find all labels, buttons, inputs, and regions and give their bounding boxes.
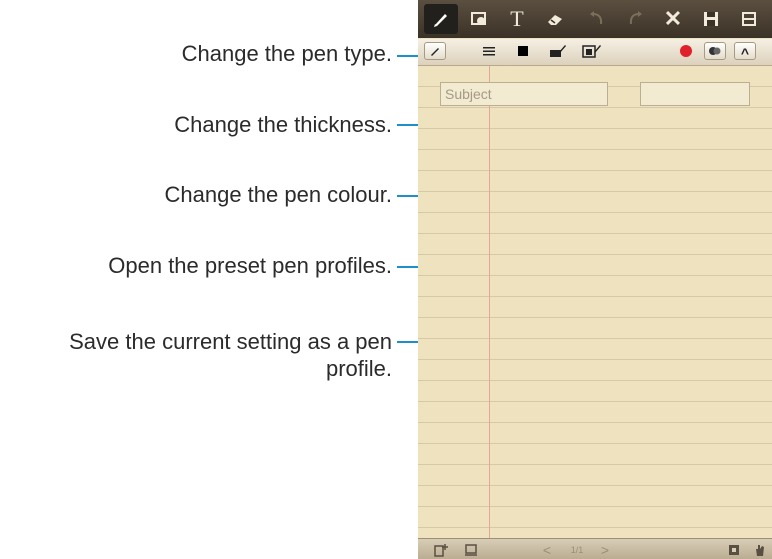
pen-settings-bar: ^ (418, 39, 772, 66)
redo-button[interactable] (618, 4, 652, 34)
memo-toolbar: T ✕ (418, 0, 772, 38)
pen-colour-button[interactable] (512, 42, 534, 60)
thickness-button[interactable] (478, 42, 500, 60)
note-paper[interactable] (418, 66, 772, 538)
callout-preset-profiles: Open the preset pen profiles. (108, 253, 392, 278)
add-page-icon (434, 543, 448, 557)
palette-icon (709, 47, 721, 55)
save-profile-button[interactable] (581, 42, 603, 60)
next-page-button[interactable]: > (598, 541, 612, 558)
redo-icon (629, 11, 642, 25)
preset-profiles-button[interactable] (547, 42, 569, 60)
more-icon (742, 12, 756, 26)
s-memo-screen: T ✕ ^ Subject < 1/1 > (418, 0, 772, 559)
record-button[interactable] (675, 42, 697, 60)
add-page-button[interactable] (432, 541, 450, 558)
subject-field[interactable]: Subject (440, 82, 608, 106)
save-button[interactable] (694, 4, 728, 34)
pen-tool-button[interactable] (424, 4, 458, 34)
margin-line (489, 66, 490, 538)
callout-save-profile: Save the current setting as a pen profil… (69, 329, 392, 381)
date-field[interactable] (640, 82, 750, 106)
eraser-tool-button[interactable] (538, 4, 572, 34)
image-icon (471, 12, 486, 25)
pen-icon (434, 14, 447, 27)
collapse-button[interactable]: ^ (734, 42, 756, 60)
text-icon: T (510, 6, 524, 31)
fullscreen-button[interactable] (726, 541, 742, 558)
thickness-icon (483, 47, 495, 56)
preset-profiles-icon (550, 45, 566, 57)
delete-icon: ✕ (663, 6, 683, 31)
palette-button[interactable] (704, 42, 726, 60)
undo-button[interactable] (580, 4, 614, 34)
fullscreen-icon (729, 544, 739, 555)
pen-colour-icon (518, 46, 528, 56)
hand-icon (756, 544, 764, 556)
text-tool-button[interactable]: T (500, 4, 534, 34)
callout-thickness: Change the thickness. (174, 112, 392, 137)
eraser-icon (548, 15, 562, 25)
page-indicator: 1/1 (570, 544, 584, 555)
more-button[interactable] (732, 4, 766, 34)
pen-type-button[interactable] (424, 42, 446, 60)
record-icon (680, 45, 692, 57)
collapse-icon: ^ (740, 44, 750, 61)
memo-bottom-bar: < 1/1 > (418, 538, 772, 559)
image-tool-button[interactable] (462, 4, 496, 34)
page-template-icon (465, 543, 477, 556)
page-template-button[interactable] (462, 541, 480, 558)
hand-tool-button[interactable] (752, 541, 768, 558)
save-icon (704, 12, 718, 26)
callout-pen-type: Change the pen type. (181, 41, 392, 66)
undo-icon (590, 11, 603, 25)
pen-type-icon (431, 48, 439, 56)
previous-page-button[interactable]: < (540, 541, 554, 558)
save-profile-icon (582, 45, 601, 58)
delete-button[interactable]: ✕ (656, 4, 690, 34)
callout-pen-colour: Change the pen colour. (164, 182, 392, 207)
